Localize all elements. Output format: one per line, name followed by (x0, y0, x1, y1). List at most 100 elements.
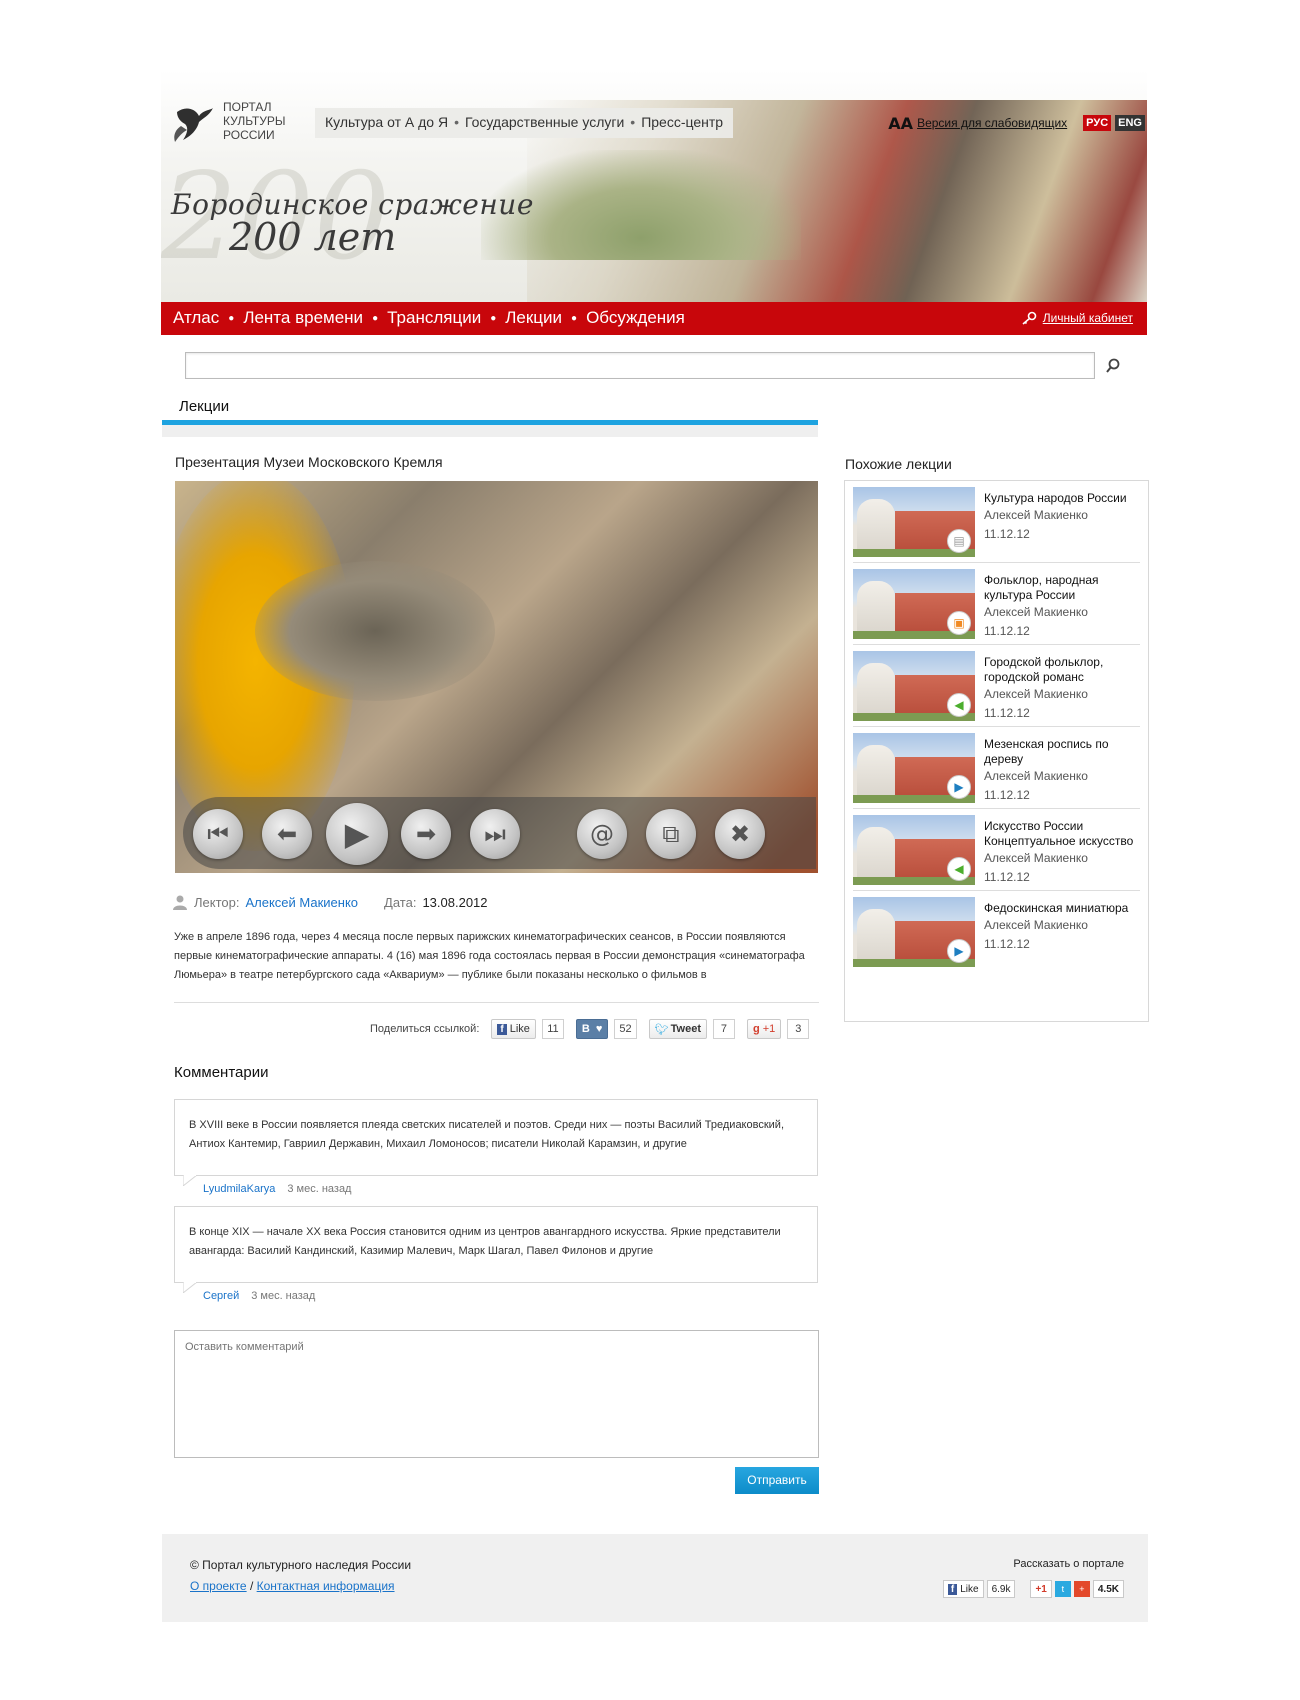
copy-icon[interactable]: ⧉ (646, 809, 696, 859)
topnav-culture-az[interactable]: Культура от А до Я (325, 114, 448, 130)
contacts-link[interactable]: Контактная информация (257, 1579, 395, 1593)
lecture-thumbnail[interactable]: ◀ (853, 651, 975, 721)
related-lecture-title[interactable]: Мезенская роспись по дереву (984, 737, 1144, 767)
google-plus-button[interactable]: g +1 (746, 1019, 782, 1039)
comment-author-link[interactable]: LyudmilaKarya (203, 1183, 275, 1195)
topnav-gov-services[interactable]: Государственные услуги (465, 114, 624, 130)
accessibility-link[interactable]: Версия для слабовидящих (917, 116, 1067, 130)
lecture-thumbnail[interactable]: ▤ (853, 487, 975, 557)
related-lecture-item[interactable]: ▣ Фольклор, народная культура России Алекс… (853, 563, 1140, 645)
last-icon[interactable]: ⏭ (470, 809, 520, 859)
play-icon[interactable]: ▶ (326, 803, 388, 865)
related-lecture-date: 11.12.12 (984, 937, 1030, 951)
prev-icon[interactable]: ⬅ (262, 809, 312, 859)
nav-discussions[interactable]: Обсуждения (586, 308, 685, 328)
comment-tail (183, 1175, 197, 1186)
key-icon (1022, 311, 1037, 325)
related-lecture-title[interactable]: Искусство России Концептуальное искусств… (984, 819, 1144, 849)
related-lecture-author: Алексей Макиенко (984, 769, 1088, 783)
video-player[interactable]: ⏮ ⬅ ▶ ➡ ⏭ @ ⧉ ✖ (175, 481, 818, 873)
comment-item: В конце XIX — начале XX века Россия стан… (174, 1206, 818, 1293)
section-underline-shadow (162, 425, 818, 437)
related-lecture-item[interactable]: ▶ Мезенская роспись по дереву Алексей Маки… (853, 727, 1140, 809)
search-input[interactable] (185, 352, 1095, 379)
related-lecture-item[interactable]: ▶ Федоскинская миниатюра Алексей Макиенко 1… (853, 891, 1140, 973)
lecture-thumbnail[interactable]: ▣ (853, 569, 975, 639)
comment-meta: Сергей 3 мес. назад (203, 1290, 315, 1302)
heart-icon: ♥ (595, 1023, 603, 1035)
tweet-count: 7 (712, 1019, 735, 1039)
nav-atlas[interactable]: Атлас (173, 308, 219, 328)
tell-about-portal: Рассказать о портале (1013, 1558, 1124, 1570)
comment-item: В XVIII веке в России появляется плеяда … (174, 1099, 818, 1186)
main-navigation: Атлас ● Лента времени ● Трансляции ● Лекции… (161, 302, 1147, 335)
comment-author-link[interactable]: Сергей (203, 1290, 239, 1302)
font-size-icon[interactable]: АА (888, 114, 913, 133)
search-icon[interactable] (1103, 356, 1123, 376)
top-navigation: Культура от А до Я • Государственные услуг… (315, 108, 734, 138)
related-lecture-title[interactable]: Городской фольклор, городской романс (984, 655, 1144, 685)
related-lecture-title[interactable]: Культура народов России (984, 491, 1144, 506)
banner-title: Бородинское сражение 200 лет (171, 188, 534, 259)
lecture-title: Презентация Музеи Московского Кремля (175, 454, 443, 470)
facebook-icon: f (497, 1023, 507, 1035)
user-icon (173, 895, 187, 910)
comments-title: Комментарии (174, 1064, 269, 1081)
nav-lectures[interactable]: Лекции (505, 308, 562, 328)
vk-like-button[interactable]: В ♥ (575, 1019, 609, 1039)
video-icon: ▶ (947, 775, 971, 799)
related-lecture-author: Алексей Макиенко (984, 687, 1088, 701)
lang-ru-button[interactable]: РУС (1083, 115, 1112, 131)
comment-text: В конце XIX — начале XX века Россия стан… (189, 1226, 781, 1257)
portal-logo[interactable]: ПОРТАЛ КУЛЬТУРЫ РОССИИ (171, 100, 291, 150)
google-plus-count: 3 (787, 1019, 810, 1039)
lecture-thumbnail[interactable]: ▶ (853, 733, 975, 803)
google-plus-icon: g (752, 1023, 760, 1035)
footer-facebook-count: 6.9k (986, 1580, 1016, 1598)
about-link[interactable]: О проекте (190, 1579, 247, 1593)
footer-share-count: 4.5K (1092, 1580, 1124, 1598)
footer-facebook-like-button[interactable]: f Like (942, 1580, 984, 1598)
date-label: Дата: (384, 894, 417, 910)
tweet-button[interactable]: 🐦︎ Tweet (648, 1019, 707, 1039)
share-plus-icon[interactable]: + (1073, 1581, 1090, 1597)
close-icon[interactable]: ✖ (715, 809, 765, 859)
video-icon: ▶ (947, 939, 971, 963)
related-lecture-title[interactable]: Фольклор, народная культура России (984, 573, 1144, 603)
nav-broadcasts[interactable]: Трансляции (387, 308, 481, 328)
email-icon[interactable]: @ (577, 809, 627, 859)
topnav-press-center[interactable]: Пресс-центр (641, 114, 723, 130)
lecture-thumbnail[interactable]: ▶ (853, 897, 975, 967)
comment-time: 3 мес. назад (287, 1183, 352, 1195)
footer-links: О проекте / Контактная информация (190, 1579, 395, 1593)
first-icon[interactable]: ⏮ (193, 809, 243, 859)
lecture-description: Уже в апреле 1896 года, через 4 месяца п… (174, 931, 805, 981)
related-lectures-list: ▤ Культура народов России Алексей Макиенко… (844, 480, 1149, 1022)
personal-cabinet-link[interactable]: Личный кабинет (1021, 311, 1133, 325)
footer-google-plus-button[interactable]: +1 (1030, 1580, 1052, 1598)
submit-comment-button[interactable]: Отправить (735, 1467, 819, 1494)
lang-en-button[interactable]: ENG (1115, 115, 1145, 131)
comment-textarea[interactable] (174, 1330, 819, 1458)
related-lecture-author: Алексей Макиенко (984, 918, 1088, 932)
audio-icon: ◀ (947, 857, 971, 881)
logo-text: ПОРТАЛ КУЛЬТУРЫ РОССИИ (223, 100, 286, 142)
lecturer-link[interactable]: Алексей Макиенко (245, 895, 358, 910)
text-icon: ▤ (947, 529, 971, 553)
related-lecture-title[interactable]: Федоскинская миниатюра (984, 901, 1144, 916)
lecture-thumbnail[interactable]: ◀ (853, 815, 975, 885)
twitter-icon[interactable]: t (1054, 1581, 1071, 1597)
next-icon[interactable]: ➡ (401, 809, 451, 859)
related-lecture-date: 11.12.12 (984, 624, 1030, 638)
related-lecture-author: Алексей Макиенко (984, 508, 1088, 522)
share-label: Поделиться ссылкой: (370, 1023, 480, 1035)
audio-icon: ◀ (947, 693, 971, 717)
twitter-icon: 🐦︎ (654, 1023, 669, 1036)
section-title: Лекции (179, 398, 230, 415)
related-lecture-item[interactable]: ◀ Городской фольклор, городской романс Але… (853, 645, 1140, 727)
related-lecture-item[interactable]: ▤ Культура народов России Алексей Макиенко… (853, 481, 1140, 563)
facebook-like-button[interactable]: f Like (491, 1019, 536, 1039)
nav-timeline[interactable]: Лента времени (243, 308, 363, 328)
facebook-count: 11 (541, 1019, 564, 1039)
related-lecture-item[interactable]: ◀ Искусство России Концептуальное искусст… (853, 809, 1140, 891)
